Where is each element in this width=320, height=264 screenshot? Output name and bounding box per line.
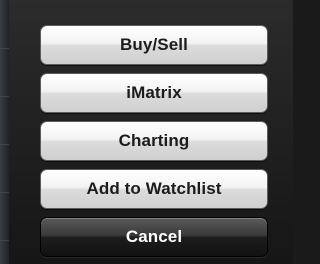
buy-sell-button[interactable]: Buy/Sell xyxy=(40,25,268,65)
imatrix-label: iMatrix xyxy=(126,83,182,102)
table-divider xyxy=(0,48,9,49)
background-table-edge xyxy=(0,0,9,264)
cancel-label: Cancel xyxy=(125,227,183,246)
charting-button[interactable]: Charting xyxy=(40,121,268,161)
add-to-watchlist-button[interactable]: Add to Watchlist xyxy=(40,169,268,209)
buy-sell-label: Buy/Sell xyxy=(120,35,188,54)
cancel-button[interactable]: Cancel xyxy=(40,217,268,257)
table-divider xyxy=(0,144,9,145)
table-divider xyxy=(0,240,9,241)
add-to-watchlist-label: Add to Watchlist xyxy=(86,179,222,198)
table-divider xyxy=(0,192,9,193)
action-sheet: Buy/Sell iMatrix Charting Add to Watchli… xyxy=(0,0,293,264)
charting-label: Charting xyxy=(118,131,190,150)
table-divider xyxy=(0,96,9,97)
imatrix-button[interactable]: iMatrix xyxy=(40,73,268,113)
